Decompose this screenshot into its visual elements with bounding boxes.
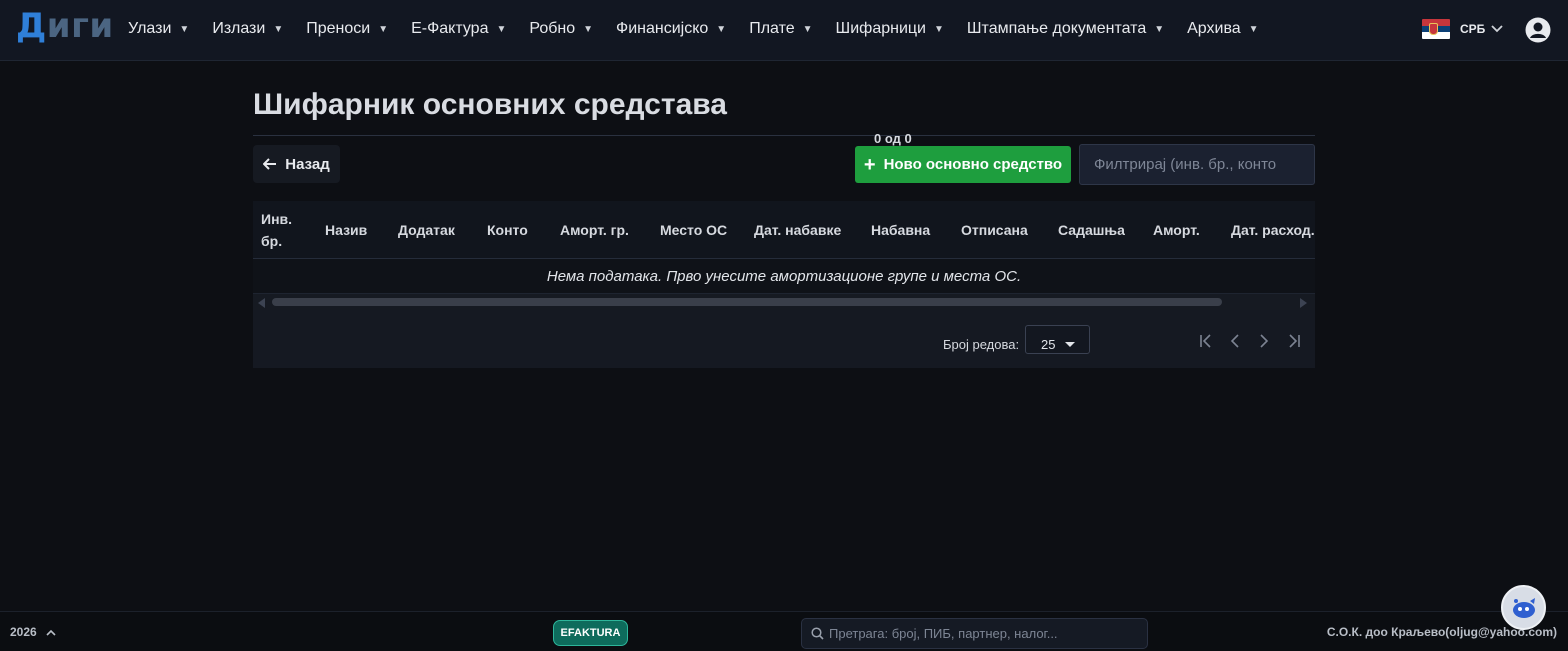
fiscal-year: 2026 bbox=[10, 625, 37, 639]
language-label: СРБ bbox=[1460, 22, 1486, 36]
fixed-assets-table: Инв. бр. Назив Додатак Конто Аморт. гр. … bbox=[253, 201, 1315, 368]
arrow-left-icon bbox=[263, 158, 277, 170]
new-button-label: Ново основно средство bbox=[883, 156, 1063, 173]
menu-finansijsko[interactable]: Финансијско ▼ bbox=[616, 20, 726, 38]
scroll-right-icon[interactable] bbox=[1300, 298, 1307, 308]
first-page-button[interactable] bbox=[1197, 331, 1217, 351]
rows-per-page-select[interactable]: 25 bbox=[1025, 325, 1090, 354]
col-amort-gr[interactable]: Аморт. гр. bbox=[560, 201, 629, 259]
menu-e-faktura[interactable]: Е-Фактура ▼ bbox=[411, 20, 506, 38]
menu-sifarnici[interactable]: Шифарници ▼ bbox=[836, 20, 944, 38]
menu-prenosi[interactable]: Преноси ▼ bbox=[306, 20, 388, 38]
caret-down-icon: ▼ bbox=[179, 23, 190, 35]
caret-down-icon: ▼ bbox=[583, 23, 594, 35]
chat-assistant-button[interactable] bbox=[1501, 585, 1546, 630]
menu-label: Преноси bbox=[306, 20, 371, 37]
col-mesto-os[interactable]: Место ОС bbox=[660, 201, 727, 259]
filter-input[interactable] bbox=[1079, 144, 1315, 185]
chevron-up-icon bbox=[46, 629, 56, 636]
caret-down-icon: ▼ bbox=[802, 23, 813, 35]
back-button-label: Назад bbox=[285, 155, 330, 173]
next-page-button[interactable] bbox=[1254, 331, 1274, 351]
account-icon[interactable] bbox=[1525, 17, 1551, 43]
menu-izlazi[interactable]: Излази ▼ bbox=[212, 20, 283, 38]
scroll-left-icon[interactable] bbox=[258, 298, 265, 308]
menu-stampanje[interactable]: Штампање документата ▼ bbox=[967, 20, 1164, 38]
menu-label: Финансијско bbox=[616, 20, 709, 37]
caret-down-icon: ▼ bbox=[1154, 23, 1165, 35]
col-dodatak[interactable]: Додатак bbox=[398, 201, 455, 259]
caret-down-icon: ▼ bbox=[716, 23, 727, 35]
menu-label: Излази bbox=[212, 20, 266, 37]
table-header: Инв. бр. Назив Додатак Конто Аморт. гр. … bbox=[253, 201, 1315, 259]
caret-down-icon: ▼ bbox=[933, 23, 944, 35]
caret-down-icon: ▼ bbox=[273, 23, 284, 35]
logo-first-letter: Д bbox=[16, 6, 47, 46]
top-navbar: Диги Улази ▼ Излази ▼ Преноси ▼ Е-Фактура ▼ … bbox=[0, 0, 1568, 61]
caret-down-icon: ▼ bbox=[378, 23, 389, 35]
menu-label: Робно bbox=[529, 20, 576, 37]
empty-table-message: Нема података. Прво унесите амортизацион… bbox=[253, 259, 1315, 294]
main-menu: Улази ▼ Излази ▼ Преноси ▼ Е-Фактура ▼ Робно… bbox=[128, 0, 1282, 58]
menu-plate[interactable]: Плате ▼ bbox=[749, 20, 812, 38]
menu-label: Штампање документата bbox=[966, 20, 1147, 37]
chevron-left-icon bbox=[1230, 334, 1239, 348]
status-footer: 2026 EFAKTURA С.О.К. доо Краљево(oljug@y… bbox=[0, 611, 1568, 651]
menu-label: Архива bbox=[1187, 20, 1241, 37]
col-dat-rashod[interactable]: Дат. расход. bbox=[1231, 201, 1315, 259]
plus-icon: + bbox=[863, 153, 876, 176]
last-page-icon bbox=[1289, 334, 1300, 348]
dropdown-arrow-icon bbox=[1065, 342, 1075, 347]
prev-page-button[interactable] bbox=[1225, 331, 1245, 351]
table-pagination: Број редова: 25 bbox=[253, 310, 1315, 368]
back-button[interactable]: Назад bbox=[253, 145, 340, 183]
col-amort[interactable]: Аморт. bbox=[1153, 201, 1200, 259]
col-otpisana[interactable]: Отписана bbox=[961, 201, 1028, 259]
efaktura-badge[interactable]: EFAKTURA bbox=[553, 620, 628, 646]
caret-down-icon: ▼ bbox=[496, 23, 507, 35]
chevron-right-icon bbox=[1260, 334, 1269, 348]
col-dat-nabavke[interactable]: Дат. набавке bbox=[754, 201, 841, 259]
col-nabavna[interactable]: Набавна bbox=[871, 201, 930, 259]
chat-bot-icon bbox=[1512, 597, 1535, 618]
last-page-button[interactable] bbox=[1283, 331, 1303, 351]
menu-label: Плате bbox=[749, 20, 795, 37]
page-title: Шифарник основних средстава bbox=[253, 88, 727, 121]
search-icon bbox=[811, 627, 824, 640]
rows-per-page-label: Број редова: bbox=[943, 337, 1020, 352]
pagination-range: 0 од 0 bbox=[874, 131, 912, 146]
app-logo[interactable]: Диги bbox=[16, 6, 114, 46]
col-konto[interactable]: Конто bbox=[487, 201, 528, 259]
col-naziv[interactable]: Назив bbox=[325, 201, 367, 259]
rows-per-page-value: 25 bbox=[1041, 337, 1056, 352]
menu-label: Шифарници bbox=[835, 20, 926, 37]
logo-rest: иги bbox=[46, 6, 114, 46]
title-divider bbox=[253, 135, 1315, 136]
horizontal-scrollbar[interactable] bbox=[253, 294, 1315, 310]
chevron-down-icon bbox=[1491, 25, 1503, 33]
global-search bbox=[801, 618, 1148, 649]
fiscal-year-selector[interactable]: 2026 bbox=[10, 625, 56, 639]
global-search-input[interactable] bbox=[829, 619, 1139, 648]
scrollbar-thumb[interactable] bbox=[272, 298, 1222, 306]
new-fixed-asset-button[interactable]: + Ново основно средство bbox=[855, 146, 1071, 183]
language-selector[interactable]: СРБ bbox=[1422, 19, 1503, 39]
menu-label: Улази bbox=[128, 20, 172, 37]
col-inv-br[interactable]: Инв. бр. bbox=[261, 201, 301, 259]
menu-ulazi[interactable]: Улази ▼ bbox=[128, 20, 189, 38]
menu-label: Е-Фактура bbox=[411, 20, 489, 37]
caret-down-icon: ▼ bbox=[1248, 23, 1259, 35]
col-sadasnja[interactable]: Садашња bbox=[1058, 201, 1125, 259]
menu-arhiva[interactable]: Архива ▼ bbox=[1187, 20, 1258, 38]
serbia-flag-icon bbox=[1422, 19, 1450, 39]
menu-robno[interactable]: Робно ▼ bbox=[529, 20, 593, 38]
first-page-icon bbox=[1200, 334, 1211, 348]
